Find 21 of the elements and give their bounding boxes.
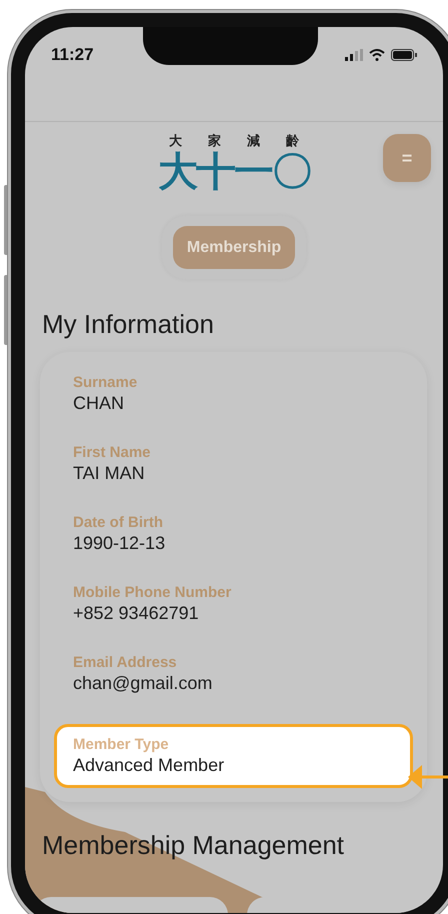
- signal-icon: [345, 49, 363, 61]
- field-value: chan@gmail.com: [73, 673, 214, 694]
- field-label: Date of Birth: [73, 514, 164, 531]
- section-title: My Information: [42, 309, 215, 340]
- field-label: Member Type: [73, 736, 170, 753]
- menu-button[interactable]: =: [383, 134, 431, 182]
- field-value: 1990-12-13: [73, 533, 166, 554]
- wifi-icon: [369, 49, 385, 61]
- field-label: First Name: [73, 444, 152, 461]
- field-value: Advanced Member: [73, 755, 226, 776]
- field-value: CHAN: [73, 393, 126, 414]
- field-label: Mobile Phone Number: [73, 584, 232, 601]
- logo-tagline: 大家減齡: [169, 132, 325, 150]
- field-label: Surname: [73, 374, 138, 391]
- field-value: +852 93462791: [73, 603, 200, 624]
- battery-icon: [391, 49, 417, 61]
- nav-tab[interactable]: Membership: [172, 226, 296, 269]
- field-value: TAI MAN: [73, 463, 146, 484]
- status-time: 11:27: [51, 45, 94, 65]
- logo: 大十一〇: [158, 150, 310, 194]
- field-label: Email Address: [73, 654, 178, 671]
